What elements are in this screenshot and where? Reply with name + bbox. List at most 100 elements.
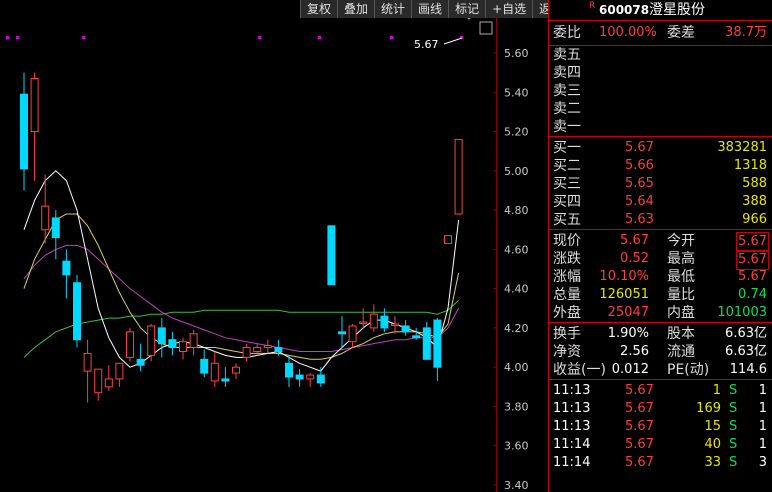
candle-body [412,335,421,339]
margin-badge: R [589,1,596,11]
stats-label: 换手 [553,326,581,342]
candle-body [115,362,124,380]
candle-body [242,347,251,358]
marker-dot [258,36,261,39]
trade-volume: 1 [712,383,721,398]
quote-row: 外盘 25047 内盘 101003 [549,304,772,322]
marker-dot [390,36,393,39]
trade-price: 5.67 [625,419,654,434]
buy-row: 买四 5.64 388 [549,193,772,211]
stats-row: 收益(一) 0.012 PE(动) 114.6 [549,361,772,379]
quote-label: 总量 [553,287,581,303]
buy-price: 5.64 [625,194,654,209]
buy-volume: 966 [742,212,767,227]
quote-value: 5.67 [736,232,769,252]
candle-body [126,331,134,358]
marker-dot [16,36,19,39]
candle-body [391,323,399,326]
sell-row: 卖四 [549,64,772,82]
buy-volume: 388 [742,194,767,209]
buy-label: 买一 [553,140,581,156]
y-tick-label: 3.80 [504,400,529,413]
trade-price: 5.67 [625,383,654,398]
stock-header: R 600078 澄星股份 [549,0,772,20]
quote-block: 现价 5.67 今开 5.67 涨跌 0.52 最高 5.67 涨幅 10.10% 最低 5.67… [549,229,772,322]
restore-rights-button[interactable]: 复权 [300,0,338,18]
stock-name: 澄星股份 [649,2,705,18]
stats-value: 2.56 [620,344,649,359]
ma-yellow-line [23,213,460,360]
candle-body [210,362,219,382]
stats-label: 流通 [667,344,695,360]
candle-body [274,347,283,352]
trade-price: 5.67 [625,455,654,470]
stats-block: 换手 1.90% 股本 6.63亿 净资 2.56 流通 6.63亿 收益(一) 0.012 P… [549,322,772,379]
ma-purple-line [23,244,460,352]
buy-price: 5.65 [625,176,654,191]
quote-value: 0.52 [620,251,649,266]
stats-value: 114.6 [729,362,767,377]
trade-ticks[interactable]: 11:13 5.67 1 S 1 11:13 5.67 169 S 1 11:13 5.67 15 S… [549,379,772,472]
quote-row: 总量 126051 量比 0.74 [549,286,772,304]
buy-price: 5.66 [625,158,654,173]
sell-row: 卖五 [549,46,772,64]
stats-value: 1.90% [607,326,649,341]
y-tick-label: 5.40 [504,86,529,99]
trade-price: 5.67 [625,401,654,416]
statistics-button[interactable]: 统计 [374,0,412,18]
trade-count: 1 [758,383,767,398]
candle-body [422,327,431,360]
trade-side: S [729,383,738,398]
mark-button[interactable]: 标记 [448,0,486,18]
buy-volume: 1318 [733,158,767,173]
trade-row: 11:14 5.67 33 S 3 [549,454,772,472]
stats-value: 6.63亿 [725,344,767,359]
candle-body [369,313,378,329]
buy-label: 买四 [553,194,581,210]
trade-volume: 33 [704,455,721,470]
add-favorite-button[interactable]: +自选 [485,0,533,18]
weicha-value: 38.7万 [725,25,767,40]
last-price-label: 5.67 [414,38,439,51]
y-tick-label: 4.20 [504,322,529,335]
trade-time: 11:14 [553,437,591,452]
trade-time: 11:13 [553,383,591,398]
quote-row: 涨跌 0.52 最高 5.67 [549,250,772,270]
trade-time: 11:13 [553,401,591,416]
candle-body [401,325,410,333]
candle-body [41,205,50,231]
buy-price: 5.63 [625,212,654,227]
candle-body [253,347,262,352]
trade-volume: 40 [704,437,721,452]
kline-chart[interactable]: 5.60 5.40 5.20 5.00 4.80 4.60 4.40 4.20 4.00 3.80… [0,0,548,492]
y-tick-label: 3.40 [504,479,529,492]
buy-book: 买一 5.67 383281 买二 5.66 1318 买三 5.65 588 买四 5.64… [549,136,772,229]
y-tick-label: 5.00 [504,165,529,178]
candle-body [359,321,368,325]
quote-value: 5.67 [620,233,649,248]
quote-row: 涨幅 10.10% 最低 5.67 [549,268,772,286]
candle-body [51,217,60,239]
trade-count: 1 [758,401,767,416]
candle-body [179,341,187,352]
trade-volume: 169 [696,401,721,416]
candle-body [200,358,209,374]
buy-label: 买二 [553,158,581,174]
buy-row: 买五 5.63 966 [549,211,772,229]
candle-body [83,352,92,372]
quote-value: 126051 [599,287,649,302]
candle-body [380,315,389,329]
buy-label: 买三 [553,176,581,192]
candle-body [444,235,452,244]
ma-green-line [23,300,459,358]
stats-value: 6.63亿 [725,326,767,341]
quote-value: 25047 [607,305,649,320]
trade-row: 11:13 5.67 15 S 1 [549,418,772,436]
overlay-button[interactable]: 叠加 [337,0,375,18]
candle-body [327,225,336,286]
sell-label: 卖五 [553,47,581,63]
sell-book: 卖五 卖四 卖三 卖二 卖一 [549,45,772,136]
candle-body [189,333,198,349]
draw-line-button[interactable]: 画线 [411,0,449,18]
stats-label: 净资 [553,344,581,360]
